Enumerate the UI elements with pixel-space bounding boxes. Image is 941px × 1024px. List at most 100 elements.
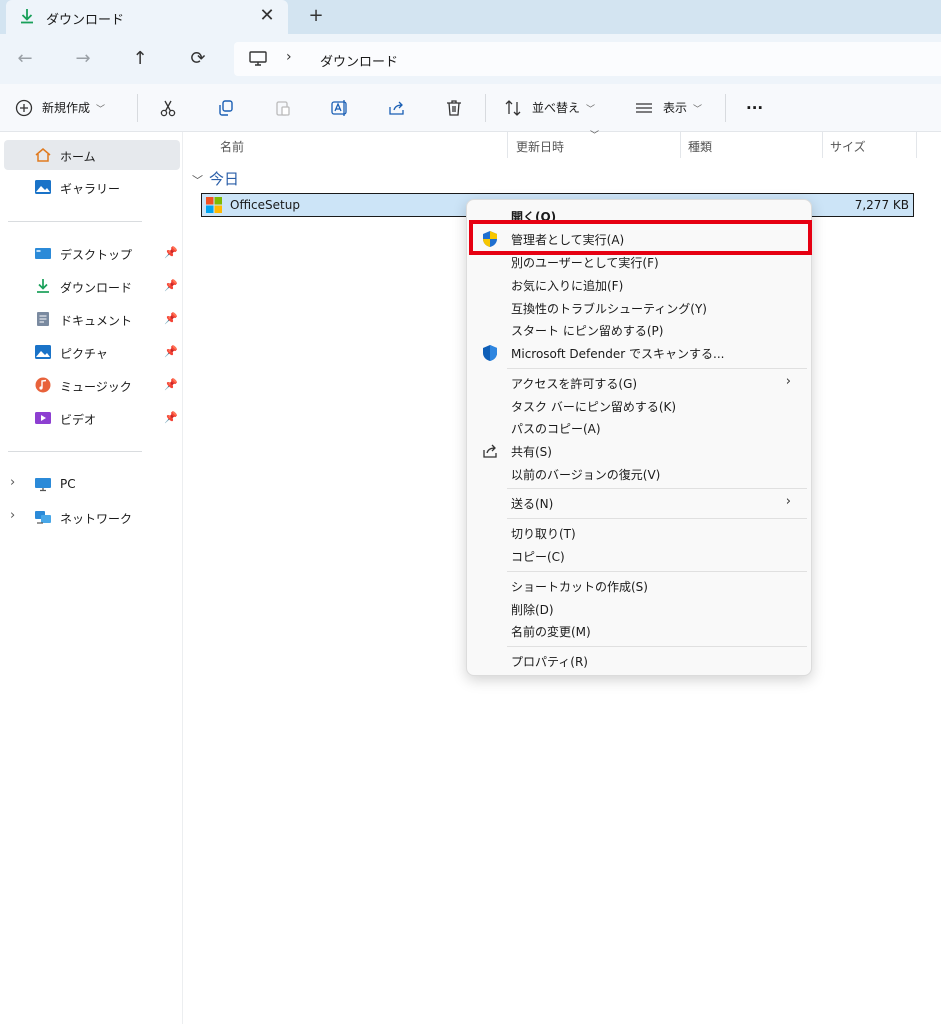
download-icon bbox=[21, 9, 33, 24]
toolbar-divider bbox=[725, 94, 726, 122]
sort-icon[interactable] bbox=[503, 98, 523, 118]
menu-item-rename[interactable]: 名前の変更(M) bbox=[471, 619, 807, 641]
close-tab-icon[interactable]: ✕ bbox=[256, 5, 278, 27]
chevron-down-icon: ﹀ bbox=[96, 105, 106, 115]
menu-item-label: 切り取り(T) bbox=[511, 527, 576, 541]
menu-item-copy-path[interactable]: パスのコピー(A) bbox=[471, 416, 807, 438]
column-divider[interactable] bbox=[916, 132, 917, 158]
view-icon[interactable] bbox=[634, 98, 654, 118]
sidebar-item-music[interactable]: ミュージック 📌 bbox=[4, 370, 180, 400]
menu-item-grant-access[interactable]: アクセスを許可する(G) › bbox=[471, 371, 807, 393]
column-divider[interactable] bbox=[507, 132, 508, 158]
network-icon bbox=[35, 511, 51, 524]
column-header-size[interactable]: サイズ bbox=[830, 138, 866, 155]
chevron-right-icon[interactable]: › bbox=[10, 508, 15, 523]
menu-item-restore-previous-versions[interactable]: 以前のバージョンの復元(V) bbox=[471, 462, 807, 484]
annotation-highlight-box bbox=[469, 220, 812, 255]
menu-item-cut[interactable]: 切り取り(T) bbox=[471, 521, 807, 543]
menu-item-label: ショートカットの作成(S) bbox=[511, 580, 648, 594]
column-divider[interactable] bbox=[680, 132, 681, 158]
menu-item-send-to[interactable]: 送る(N) › bbox=[471, 491, 807, 513]
menu-item-label: タスク バーにピン留めする(K) bbox=[511, 400, 677, 414]
refresh-icon[interactable]: ⟳ bbox=[185, 46, 211, 72]
breadcrumb-downloads[interactable]: ダウンロード bbox=[320, 51, 398, 70]
more-options-icon[interactable]: ··· bbox=[746, 96, 763, 120]
tab-bar: ダウンロード ✕ + bbox=[0, 0, 941, 34]
music-icon bbox=[35, 377, 51, 393]
view-button-label: 表示 bbox=[663, 101, 688, 115]
column-header-type[interactable]: 種類 bbox=[688, 138, 712, 155]
sidebar-item-downloads[interactable]: ダウンロード 📌 bbox=[4, 271, 180, 301]
menu-item-label: プロパティ(R) bbox=[511, 655, 588, 669]
view-button[interactable]: 表示 ﹀ bbox=[663, 96, 702, 120]
toolbar-divider bbox=[137, 94, 138, 122]
column-header-name[interactable]: 名前 bbox=[220, 138, 244, 155]
pin-icon[interactable]: 📌 bbox=[164, 378, 178, 391]
sidebar-item-desktop[interactable]: デスクトップ 📌 bbox=[4, 238, 180, 268]
navigation-bar: ← → ↑ ⟳ › ダウンロード bbox=[0, 34, 941, 84]
new-icon[interactable] bbox=[14, 98, 34, 118]
sidebar-divider bbox=[8, 221, 142, 222]
pin-icon[interactable]: 📌 bbox=[164, 411, 178, 424]
address-bar[interactable]: › ダウンロード bbox=[234, 42, 941, 76]
pin-icon[interactable]: 📌 bbox=[164, 312, 178, 325]
sidebar-item-pc[interactable]: › PC bbox=[4, 469, 180, 499]
chevron-right-icon: › bbox=[785, 374, 791, 389]
file-size: 7,277 KB bbox=[854, 198, 909, 212]
menu-item-defender-scan[interactable]: Microsoft Defender でスキャンする... bbox=[471, 341, 807, 363]
menu-item-troubleshoot-compatibility[interactable]: 互換性のトラブルシューティング(Y) bbox=[471, 296, 807, 318]
file-name: OfficeSetup bbox=[230, 198, 300, 212]
rename-icon[interactable] bbox=[330, 98, 350, 118]
new-button-label: 新規作成 bbox=[42, 101, 91, 115]
back-icon[interactable]: ← bbox=[12, 46, 38, 72]
pin-icon[interactable]: 📌 bbox=[164, 246, 178, 259]
sort-button-label: 並べ替え bbox=[532, 101, 581, 115]
tab-downloads[interactable]: ダウンロード ✕ bbox=[6, 0, 288, 34]
sidebar-item-label: デスクトップ bbox=[60, 248, 133, 262]
delete-icon[interactable] bbox=[444, 98, 464, 118]
menu-item-copy[interactable]: コピー(C) bbox=[471, 544, 807, 566]
sidebar-item-home[interactable]: ホーム bbox=[4, 140, 180, 170]
menu-item-properties[interactable]: プロパティ(R) bbox=[471, 649, 807, 671]
sidebar-item-network[interactable]: › ネットワーク bbox=[4, 502, 180, 532]
sidebar-item-gallery[interactable]: ギャラリー bbox=[4, 172, 180, 202]
pin-icon[interactable]: 📌 bbox=[164, 279, 178, 292]
chevron-right-icon[interactable]: › bbox=[10, 475, 15, 490]
share-icon[interactable] bbox=[387, 98, 407, 118]
menu-item-delete[interactable]: 削除(D) bbox=[471, 597, 807, 619]
pin-icon[interactable]: 📌 bbox=[164, 345, 178, 358]
column-header-modified[interactable]: 更新日時 bbox=[516, 138, 564, 155]
sidebar-item-pictures[interactable]: ピクチャ 📌 bbox=[4, 337, 180, 367]
sort-button[interactable]: 並べ替え ﹀ bbox=[532, 96, 595, 120]
new-button[interactable]: 新規作成 ﹀ bbox=[42, 96, 105, 120]
menu-item-pin-to-taskbar[interactable]: タスク バーにピン留めする(K) bbox=[471, 394, 807, 416]
forward-icon[interactable]: → bbox=[70, 46, 96, 72]
menu-item-create-shortcut[interactable]: ショートカットの作成(S) bbox=[471, 574, 807, 596]
document-icon bbox=[37, 312, 49, 326]
menu-item-label: アクセスを許可する(G) bbox=[511, 377, 638, 391]
breadcrumb-separator[interactable]: › bbox=[286, 49, 292, 65]
gallery-icon bbox=[35, 180, 51, 194]
this-pc-icon[interactable] bbox=[248, 51, 268, 67]
cut-icon[interactable] bbox=[158, 98, 178, 118]
menu-item-label: 削除(D) bbox=[511, 603, 554, 617]
menu-item-share[interactable]: 共有(S) bbox=[471, 439, 807, 461]
menu-item-pin-to-start[interactable]: スタート にピン留めする(P) bbox=[471, 318, 807, 340]
copy-icon[interactable] bbox=[216, 98, 236, 118]
column-divider[interactable] bbox=[822, 132, 823, 158]
toolbar-divider bbox=[485, 94, 486, 122]
new-tab-button[interactable]: + bbox=[305, 5, 327, 27]
paste-icon[interactable] bbox=[273, 98, 293, 118]
group-header-today[interactable]: ﹀ 今日 bbox=[192, 168, 239, 189]
share-icon bbox=[483, 444, 497, 458]
up-icon[interactable]: ↑ bbox=[127, 46, 153, 72]
sidebar-item-documents[interactable]: ドキュメント 📌 bbox=[4, 304, 180, 334]
menu-item-label: 別のユーザーとして実行(F) bbox=[511, 256, 659, 270]
sidebar-item-label: ホーム bbox=[60, 150, 96, 164]
menu-item-add-favorites[interactable]: お気に入りに追加(F) bbox=[471, 273, 807, 295]
sidebar-item-label: ギャラリー bbox=[60, 182, 121, 196]
menu-item-label: 共有(S) bbox=[511, 445, 552, 459]
sidebar-item-videos[interactable]: ビデオ 📌 bbox=[4, 403, 180, 433]
context-menu: 開く(O) 管理者として実行(A) 別のユーザーとして実行(F) お気に入りに追… bbox=[466, 199, 812, 676]
sidebar-item-label: ビデオ bbox=[60, 413, 97, 427]
